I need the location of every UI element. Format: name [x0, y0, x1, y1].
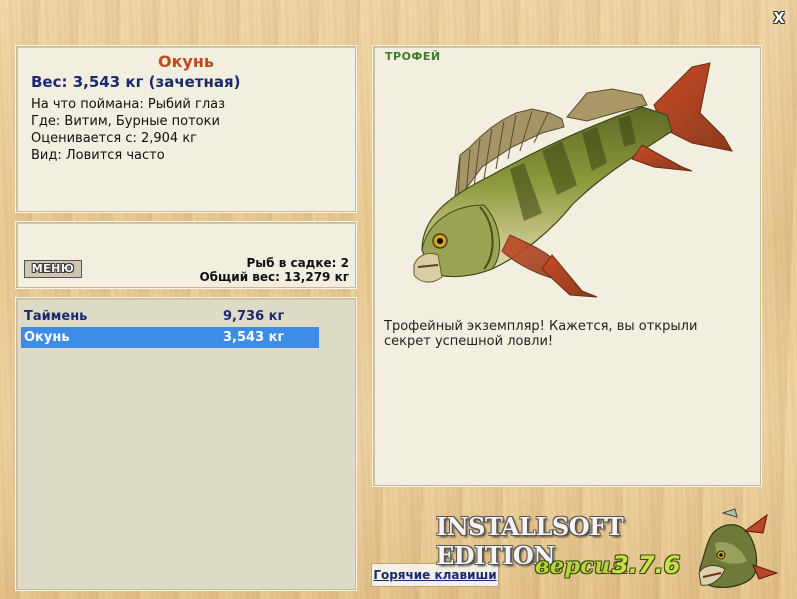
- trophy-message: Трофейный экземпляр! Кажется, вы открыли…: [384, 319, 698, 349]
- frequency-info: Вид: Ловится часто: [31, 148, 165, 163]
- list-item-selected[interactable]: Окунь 3,543 кг: [21, 327, 319, 348]
- menu-button[interactable]: МЕНЮ: [24, 260, 82, 278]
- catch-list-panel: Таймень 9,736 кг Окунь 3,543 кг: [16, 298, 356, 590]
- keeper-panel: МЕНЮ Рыб в садке: 2 Общий вес: 13,279 кг: [16, 222, 356, 288]
- bait-info: На что поймана: Рыбий глаз: [31, 97, 226, 112]
- perch-image: [413, 62, 733, 298]
- trophy-panel: ТРОФЕЙ Трофейный экземпляр! Кажется, вы …: [373, 46, 761, 486]
- close-button[interactable]: X: [769, 9, 789, 27]
- location-info: Где: Витим, Бурные потоки: [31, 114, 220, 129]
- list-item-name: Окунь: [24, 330, 70, 345]
- version-number: 3.7.6: [612, 551, 681, 579]
- fish-weight: Вес: 3,543 кг (зачетная): [31, 73, 241, 91]
- fish-count: Рыб в садке: 2: [246, 256, 350, 270]
- fish-info-panel: Окунь Вес: 3,543 кг (зачетная) На что по…: [16, 46, 356, 212]
- list-item-weight: 9,736 кг: [223, 309, 285, 324]
- pike-logo: [698, 508, 779, 588]
- list-item-name: Таймень: [24, 309, 88, 324]
- min-weight-info: Оценивается с: 2,904 кг: [31, 131, 198, 146]
- list-item[interactable]: Таймень 9,736 кг: [21, 306, 319, 327]
- total-weight: Общий вес: 13,279 кг: [199, 270, 349, 284]
- list-item-weight: 3,543 кг: [223, 330, 285, 345]
- fish-name: Окунь: [157, 52, 215, 71]
